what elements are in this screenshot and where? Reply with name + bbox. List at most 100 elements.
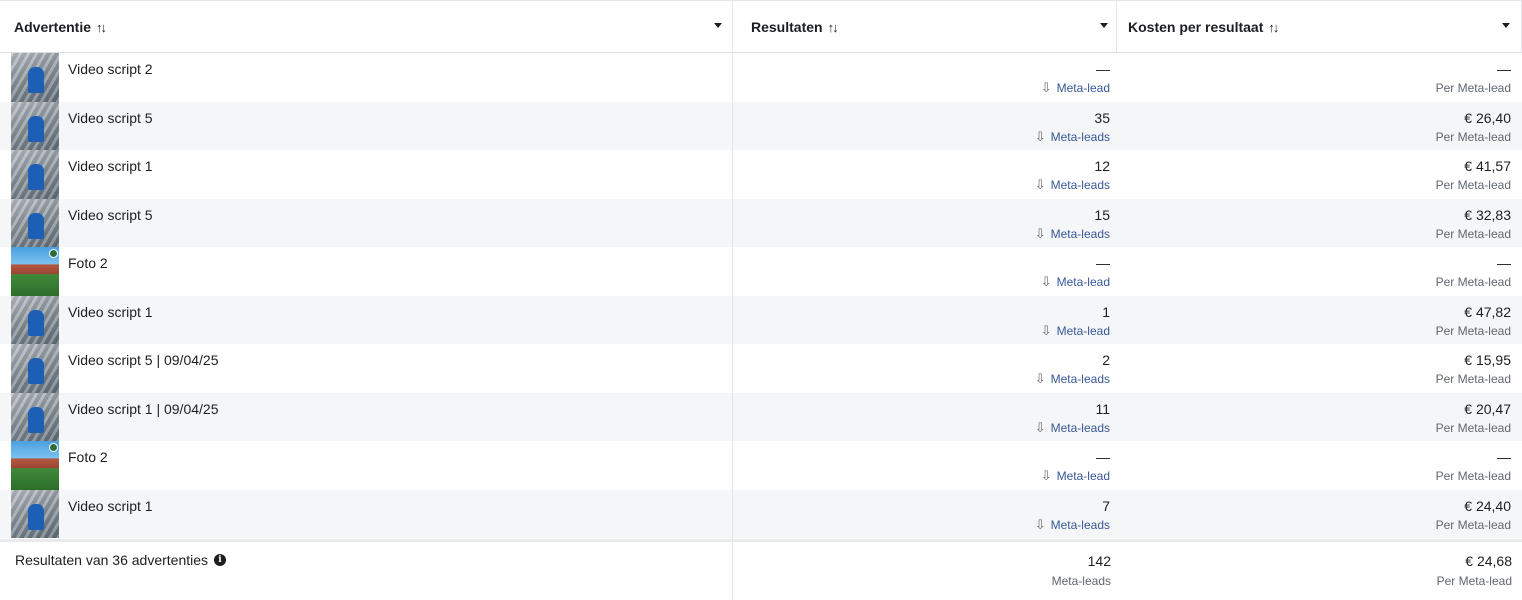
info-icon[interactable]: i: [214, 554, 227, 566]
ad-thumbnail[interactable]: [11, 53, 59, 102]
cost-type-label: Per Meta-lead: [1435, 517, 1511, 532]
result-type-link[interactable]: ⇩ Meta-leads: [733, 517, 1110, 533]
total-cost-label: Per Meta-lead: [1436, 574, 1512, 588]
result-value: 1: [1102, 303, 1110, 320]
result-cell: 35 ⇩ Meta-leads: [733, 109, 1110, 145]
cost-cell: € 32,83 Per Meta-lead: [1117, 206, 1511, 242]
table-row[interactable]: Video script 1 1 ⇩ Meta-lead € 47,82 Per Meta…: [0, 295, 1522, 344]
download-icon: ⇩: [1040, 322, 1052, 338]
ad-name[interactable]: Foto 2: [68, 449, 108, 465]
result-type-link[interactable]: ⇩ Meta-lead: [733, 323, 1110, 339]
result-value: 12: [1094, 158, 1110, 174]
cost-value: € 20,47: [1464, 400, 1511, 417]
cost-cell: € 26,40 Per Meta-lead: [1117, 109, 1511, 145]
cost-cell: € 15,95 Per Meta-lead: [1117, 351, 1511, 387]
table-row[interactable]: Foto 2 — ⇩ Meta-lead — Per Meta-lead: [0, 247, 1522, 296]
ad-name[interactable]: Video script 5 | 09/04/25: [68, 352, 218, 368]
result-type-label[interactable]: Meta-leads: [1051, 420, 1110, 436]
result-type-link[interactable]: ⇩ Meta-leads: [733, 177, 1110, 193]
result-value: —: [1096, 61, 1110, 77]
ad-thumbnail[interactable]: [11, 295, 59, 344]
result-type-link[interactable]: ⇩ Meta-leads: [733, 129, 1110, 145]
result-type-label[interactable]: Meta-leads: [1051, 129, 1110, 145]
cost-value: € 32,83: [1464, 206, 1511, 223]
ad-thumbnail[interactable]: [11, 198, 59, 247]
ad-thumbnail[interactable]: [11, 150, 59, 199]
cost-type-label: Per Meta-lead: [1435, 323, 1511, 338]
result-type-link[interactable]: ⇩ Meta-leads: [733, 226, 1110, 242]
result-type-label[interactable]: Meta-lead: [1057, 468, 1110, 484]
result-value: 35: [1094, 109, 1110, 126]
result-type-label[interactable]: Meta-leads: [1051, 177, 1110, 193]
total-results-label: Meta-leads: [1051, 574, 1111, 588]
result-value: 11: [1095, 400, 1110, 417]
ad-thumbnail[interactable]: [11, 247, 59, 296]
ad-name[interactable]: Foto 2: [68, 255, 108, 271]
ad-thumbnail[interactable]: [11, 344, 59, 393]
result-type-label[interactable]: Meta-leads: [1051, 371, 1110, 387]
cost-type-label: Per Meta-lead: [1435, 420, 1511, 435]
chevron-down-icon[interactable]: [1502, 23, 1510, 28]
ads-results-table: Advertentie ↑↓ Resultaten ↑↓ Kosten per …: [0, 0, 1522, 600]
total-cost: € 24,68: [1465, 553, 1512, 569]
table-row[interactable]: Video script 2 — ⇩ Meta-lead — Per Meta-lead: [0, 53, 1522, 102]
result-cell: 7 ⇩ Meta-leads: [733, 497, 1110, 533]
cost-value: —: [1497, 61, 1511, 77]
result-type-label[interactable]: Meta-lead: [1057, 80, 1110, 96]
result-value: 2: [1102, 352, 1110, 368]
ad-name[interactable]: Video script 1 | 09/04/25: [68, 401, 218, 417]
cost-cell: € 47,82 Per Meta-lead: [1117, 303, 1511, 339]
download-icon: ⇩: [1040, 274, 1052, 289]
column-divider: [1116, 0, 1117, 53]
sort-icon[interactable]: ↑↓: [96, 20, 107, 35]
result-cell: 1 ⇩ Meta-lead: [733, 303, 1110, 339]
result-cell: — ⇩ Meta-lead: [733, 448, 1110, 484]
result-type-link[interactable]: ⇩ Meta-leads: [733, 371, 1110, 387]
table-row[interactable]: Video script 5 15 ⇩ Meta-leads € 32,83 Per Me…: [0, 198, 1522, 247]
result-type-label[interactable]: Meta-lead: [1057, 323, 1110, 339]
result-type-link[interactable]: ⇩ Meta-lead: [733, 468, 1110, 484]
column-header-results[interactable]: Resultaten ↑↓: [733, 1, 1117, 53]
cost-type-label: Per Meta-lead: [1435, 129, 1511, 144]
column-header-cost[interactable]: Kosten per resultaat ↑↓: [1117, 1, 1521, 53]
chevron-down-icon[interactable]: [1100, 23, 1108, 28]
result-type-link[interactable]: ⇩ Meta-lead: [733, 274, 1110, 290]
column-header-ad-label: Advertentie: [14, 19, 92, 35]
result-type-label[interactable]: Meta-leads: [1051, 517, 1110, 533]
ad-thumbnail[interactable]: [11, 392, 59, 441]
download-icon: ⇩: [1034, 419, 1046, 435]
result-cell: 15 ⇩ Meta-leads: [733, 206, 1110, 242]
cost-type-label: Per Meta-lead: [1435, 469, 1511, 483]
result-type-link[interactable]: ⇩ Meta-leads: [733, 420, 1110, 436]
badge-icon: [49, 443, 58, 452]
table-row[interactable]: Video script 5 35 ⇩ Meta-leads € 26,40 Per Me…: [0, 101, 1522, 150]
ad-name[interactable]: Video script 1: [68, 158, 153, 174]
ad-name[interactable]: Video script 1: [68, 304, 153, 320]
ad-thumbnail[interactable]: [11, 441, 59, 490]
sort-icon[interactable]: ↑↓: [1268, 20, 1279, 35]
table-row[interactable]: Video script 1 | 09/04/25 11 ⇩ Meta-leads € …: [0, 392, 1522, 441]
ad-thumbnail[interactable]: [11, 101, 59, 150]
ad-name[interactable]: Video script 2: [68, 61, 153, 77]
table-row[interactable]: Video script 1 7 ⇩ Meta-leads € 24,40 Per Met…: [0, 489, 1522, 538]
cost-value: —: [1497, 255, 1511, 271]
result-type-link[interactable]: ⇩ Meta-lead: [733, 80, 1110, 96]
sort-icon[interactable]: ↑↓: [828, 20, 839, 35]
cost-value: € 26,40: [1464, 109, 1511, 126]
column-header-ad[interactable]: Advertentie ↑↓: [0, 1, 732, 53]
table-row[interactable]: Video script 1 12 ⇩ Meta-leads € 41,57 Per Me…: [0, 150, 1522, 199]
table-row[interactable]: Video script 5 | 09/04/25 2 ⇩ Meta-leads € 1…: [0, 344, 1522, 393]
badge-icon: [49, 249, 58, 258]
ad-name[interactable]: Video script 1: [68, 498, 153, 514]
ad-name[interactable]: Video script 5: [68, 110, 153, 126]
download-icon: ⇩: [1034, 225, 1046, 241]
ad-thumbnail[interactable]: [11, 489, 59, 538]
table-row[interactable]: Foto 2 — ⇩ Meta-lead — Per Meta-lead: [0, 441, 1522, 490]
cost-value: € 41,57: [1464, 158, 1511, 174]
result-type-label[interactable]: Meta-leads: [1051, 226, 1110, 242]
table-body: Video script 2— ⇩ Meta-lead — Per Meta-lead V…: [0, 53, 1522, 538]
ad-name[interactable]: Video script 5: [68, 207, 153, 223]
result-type-label[interactable]: Meta-lead: [1057, 274, 1110, 290]
cost-value: € 47,82: [1464, 303, 1511, 320]
chevron-down-icon[interactable]: [714, 23, 722, 28]
